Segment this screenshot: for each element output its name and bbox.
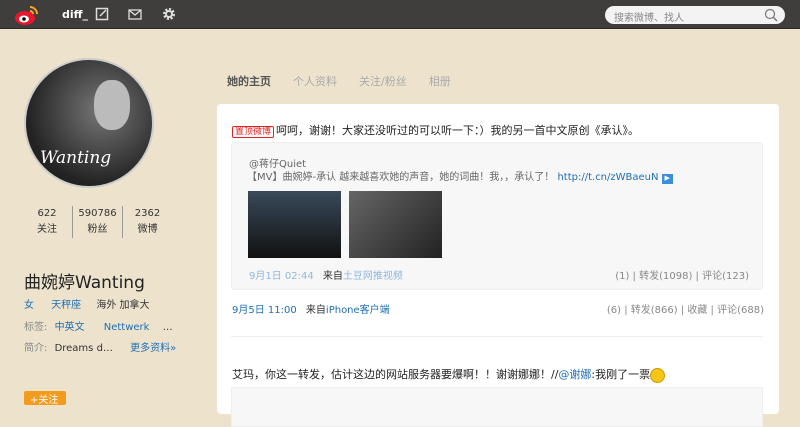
post-body: 艾玛，你这一转发，估计这边的网站服务器要爆啊！！谢谢娜娜！// [232,368,559,381]
profile-stats: 622 关注 590786 粉丝 2362 微博 [22,206,172,238]
stat-value: 590786 [78,208,117,219]
quote-source[interactable]: 土豆网推视频 [343,271,403,282]
quote-footer: 9月1日 02:44 来自土豆网推视频 (1) | 转发(1098) | 评论(… [249,267,749,282]
stat-label: 粉丝 [87,224,108,235]
compose-icon[interactable] [95,7,109,21]
profile-name: 曲婉婷Wanting [24,273,145,293]
tab-home[interactable]: 她的主页 [227,73,271,89]
video-thumbnail[interactable] [248,191,341,258]
post-time[interactable]: 9月5日 11:00 [232,305,297,316]
avatar-signature: Wanting [40,148,112,168]
grin-emoji-icon [650,367,666,383]
search-input[interactable]: 搜索微博、找人 [605,6,785,24]
reposted-post: @蒋仔Quiet 【MV】曲婉婷-承认 越来越喜欢她的声音，她的词曲！我，，承认… [231,142,763,290]
tags-label: 标签: [24,322,48,333]
search-icon[interactable] [764,8,778,22]
comment-button[interactable]: 评论(688) [717,305,764,316]
divider [231,336,763,337]
weibo-logo-icon[interactable] [14,4,40,26]
stat-label: 微博 [137,224,158,235]
zodiac-link[interactable]: 天秤座 [51,300,81,311]
quote-body: 【MV】曲婉婷-承认 越来越喜欢她的声音，她的词曲！我，，承认了！ [247,172,555,183]
post-text: 艾玛，你这一转发，估计这边的网站服务器要爆啊！！谢谢娜娜！//@谢娜:我刚了一票 [232,366,666,383]
post-footer: 9月5日 11:00 来自iPhone客户端 (6) | 转发(866) | 收… [232,301,764,316]
search-placeholder: 搜索微博、找人 [614,13,684,24]
quote-actions: (1) | 转发(1098) | 评论(123) [615,271,749,282]
quote-text: 【MV】曲婉婷-承认 越来越喜欢她的声音，她的词曲！我，，承认了！ http:/… [247,168,673,184]
post-body-cont: :我刚了一票 [591,368,651,381]
stat-followers[interactable]: 590786 粉丝 [72,206,122,238]
post-text: 置顶微博 呵呵，谢谢！大家还没听过的可以听一下：）我的另一首中文原创《承认》。 [232,122,639,138]
profile-tabs: 她的主页 个人资料 关注/粉丝 相册 [227,73,451,89]
stat-value: 2362 [134,208,161,219]
from-label: 来自 [322,271,343,282]
follow-button[interactable]: +关注 [24,391,66,406]
video-thumbnail[interactable] [349,191,442,258]
feed-card: 置顶微博 呵呵，谢谢！大家还没听过的可以听一下：）我的另一首中文原创《承认》。 @… [217,104,779,427]
bio-label: 简介: [24,343,48,354]
quote-link[interactable]: http://t.cn/zWBaeuN [557,172,658,183]
from-label: 来自 [305,305,326,316]
reposted-post [231,387,763,427]
stat-label: 关注 [37,224,57,235]
tag-link[interactable]: 中英文 [55,322,85,333]
tab-profile[interactable]: 个人资料 [293,73,337,89]
tab-follow[interactable]: 关注/粉丝 [359,73,407,89]
username-link[interactable]: diff_ [62,8,88,21]
post-source[interactable]: iPhone客户端 [326,305,390,316]
repost-button[interactable]: 转发(1098) [639,271,692,282]
favorite-button[interactable]: 收藏 [687,305,707,316]
pinned-badge: 置顶微博 [232,126,275,138]
like-button[interactable]: (6) [607,305,621,316]
tags-more[interactable]: … [163,322,173,333]
top-bar: diff_ 搜索微博、找人 [0,0,800,29]
more-info-link[interactable]: 更多资料» [130,343,176,354]
repost-button[interactable]: 转发(866) [631,305,678,316]
message-icon[interactable] [128,7,142,21]
video-play-icon[interactable]: ▶ [661,174,673,184]
bio-text: Dreams d… [54,343,113,354]
stat-posts[interactable]: 2362 微博 [122,206,172,238]
avatar-face [94,80,130,130]
profile-avatar[interactable]: Wanting [24,58,154,188]
post-body: 呵呵，谢谢！大家还没听过的可以听一下：）我的另一首中文原创《承认》。 [276,124,640,137]
comment-button[interactable]: 评论(123) [702,271,749,282]
quote-time[interactable]: 9月1日 02:44 [249,271,314,282]
gender-link[interactable]: 女 [24,300,34,311]
stat-value: 622 [37,208,57,219]
post-actions: (6) | 转发(866) | 收藏 | 评论(688) [606,305,764,316]
stat-following[interactable]: 622 关注 [22,206,72,238]
tag-link[interactable]: Nettwerk [104,322,150,333]
settings-gear-icon[interactable] [162,7,176,21]
tab-album[interactable]: 相册 [429,73,451,89]
location: 海外 加拿大 [96,300,150,311]
mention-link[interactable]: @谢娜 [558,368,591,381]
like-button[interactable]: (1) [615,271,629,282]
